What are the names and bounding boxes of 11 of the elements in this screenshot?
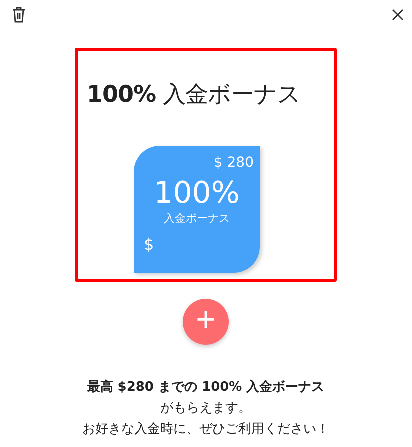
close-icon[interactable] bbox=[392, 9, 404, 21]
description-line: お好きな入金時に、ぜひご利用ください！ bbox=[82, 421, 330, 439]
bonus-percent: 100% bbox=[154, 177, 240, 211]
currency-symbol: $ bbox=[144, 235, 156, 254]
bonus-heading: 100% 入金ボーナス bbox=[87, 81, 302, 110]
add-button[interactable]: + bbox=[183, 299, 229, 345]
description-headline: 最高 $280 までの 100% 入金ボーナス bbox=[87, 378, 325, 397]
bonus-label: 入金ボーナス bbox=[164, 211, 230, 226]
description-line: がもらえます。 bbox=[160, 400, 252, 418]
trash-icon[interactable] bbox=[12, 7, 26, 23]
bonus-amount: $ 280 bbox=[214, 155, 254, 171]
